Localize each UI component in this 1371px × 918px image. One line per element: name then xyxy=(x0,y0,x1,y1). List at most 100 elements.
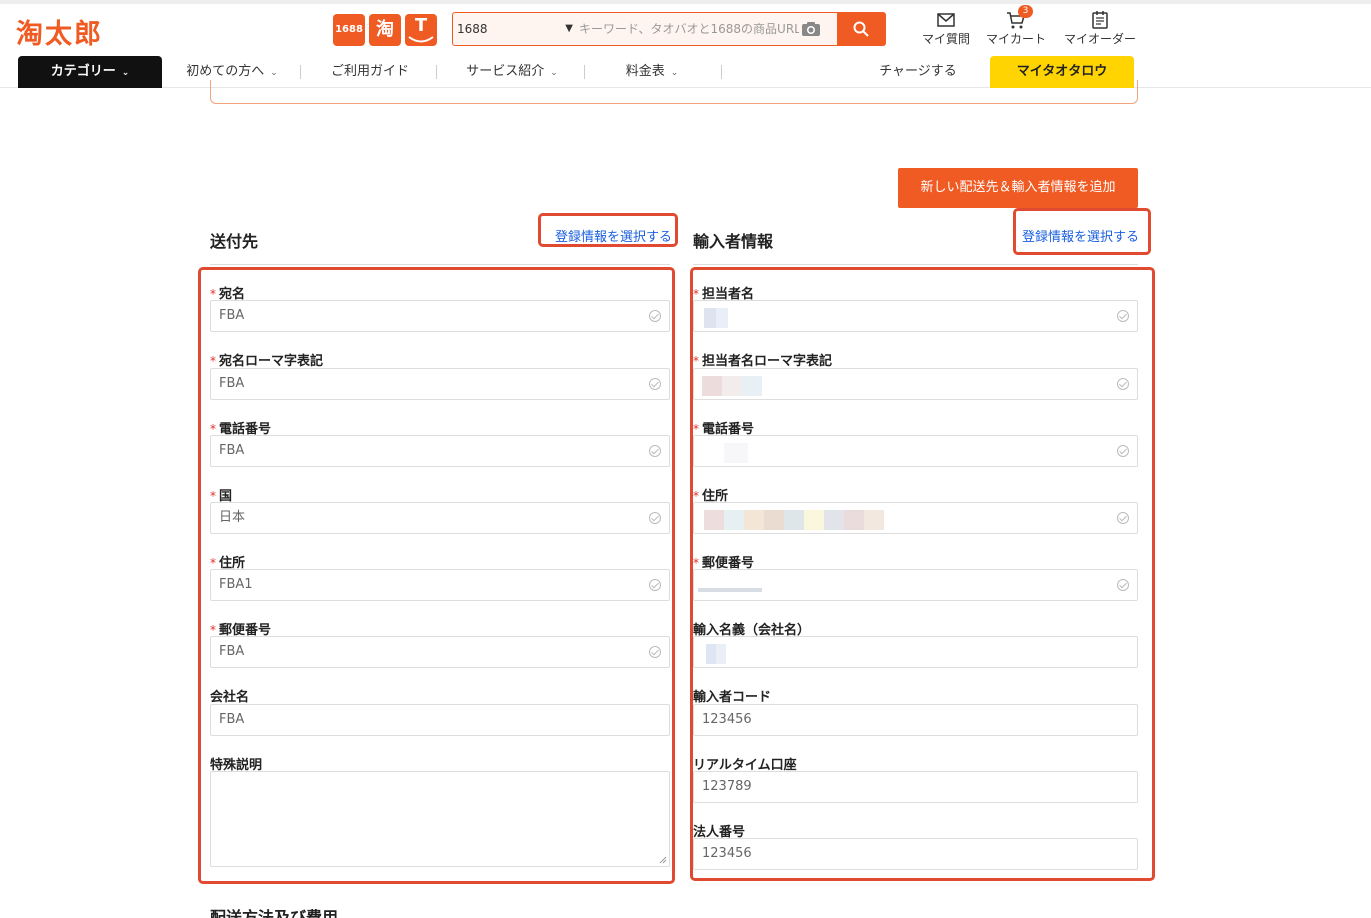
search-source-value: 1688 xyxy=(457,22,488,36)
field-value: FBA xyxy=(219,376,245,391)
redacted-value xyxy=(706,644,726,664)
check-circle-icon xyxy=(1117,445,1129,457)
importer-address-input[interactable] xyxy=(693,502,1138,534)
chevron-down-icon: ⌄ xyxy=(550,68,558,78)
shipping-country-input[interactable]: 日本 xyxy=(210,502,670,534)
taobao-brand-icon[interactable]: 淘 xyxy=(369,14,401,46)
search-button[interactable] xyxy=(837,12,886,46)
chevron-down-icon: ⌄ xyxy=(270,68,278,78)
field-label-text: 宛名ローマ字表記 xyxy=(219,354,324,369)
nav-item-label: ご利用ガイド xyxy=(330,64,409,79)
field-value: FBA1 xyxy=(219,577,253,592)
shipping-section-title: 送付先 xyxy=(210,232,259,251)
shipping-name-input[interactable]: FBA xyxy=(210,300,670,332)
importer-corporate-number-input[interactable]: 123456 xyxy=(693,838,1138,870)
importer-account-input[interactable]: 123789 xyxy=(693,771,1138,803)
chevron-down-icon: ⌄ xyxy=(670,68,679,78)
importer-label-contact-roman: * 担当者名ローマ字表記 xyxy=(693,354,833,369)
my-orders-label: マイオーダー xyxy=(1063,32,1136,46)
my-cart-label: マイカート xyxy=(985,32,1046,46)
camera-icon[interactable] xyxy=(801,21,821,37)
search-source-select[interactable]: 1688 ▼ xyxy=(457,13,579,45)
nav-item-label: サービス紹介 xyxy=(466,64,545,79)
importer-phone-input[interactable] xyxy=(693,435,1138,467)
check-circle-icon xyxy=(1117,310,1129,322)
importer-contact-input[interactable] xyxy=(693,300,1138,332)
nav-divider xyxy=(584,65,585,79)
check-circle-icon xyxy=(1117,512,1129,524)
section-divider xyxy=(210,264,670,265)
order-list-icon xyxy=(1092,11,1108,29)
nav-divider xyxy=(721,65,722,79)
check-circle-icon xyxy=(1117,378,1129,390)
site-logo[interactable]: 淘太郎 xyxy=(16,12,103,51)
importer-section-title: 輸入者情報 xyxy=(693,232,774,251)
nav-divider xyxy=(436,65,437,79)
importer-select-registered-link[interactable]: 登録情報を選択する xyxy=(1022,226,1139,245)
search-bar: 1688 ▼ xyxy=(452,12,886,46)
field-label-text: 担当者名ローマ字表記 xyxy=(702,354,833,369)
check-circle-icon xyxy=(1117,579,1129,591)
field-value: 123456 xyxy=(702,712,752,727)
mail-icon xyxy=(937,13,955,27)
charge-label: チャージする xyxy=(879,64,957,79)
redacted-value xyxy=(704,308,728,328)
shipping-address-input[interactable]: FBA1 xyxy=(210,569,670,601)
category-button[interactable]: カテゴリー ⌄ xyxy=(18,56,162,88)
check-circle-icon xyxy=(649,310,661,322)
shipping-postal-input[interactable]: FBA xyxy=(210,636,670,668)
field-label-text: 輸入者コード xyxy=(693,690,772,705)
my-cart-link[interactable]: 3 マイカート xyxy=(984,5,1048,47)
chevron-down-icon: ⌄ xyxy=(121,68,130,78)
redacted-value xyxy=(724,443,748,463)
field-value: 日本 xyxy=(219,510,246,525)
search-input[interactable] xyxy=(579,13,799,45)
my-questions-label: マイ質問 xyxy=(921,32,970,46)
importer-company-input[interactable] xyxy=(693,636,1138,668)
tmall-brand-letter: T xyxy=(414,15,428,36)
check-circle-icon xyxy=(649,579,661,591)
importer-postal-input[interactable] xyxy=(693,569,1138,601)
1688-brand-icon[interactable]: 1688 xyxy=(333,14,365,46)
field-value: 123789 xyxy=(702,779,752,794)
my-orders-link[interactable]: マイオーダー xyxy=(1060,10,1140,47)
importer-code-input[interactable]: 123456 xyxy=(693,704,1138,736)
tmall-brand-icon[interactable]: T xyxy=(405,14,437,46)
nav-divider xyxy=(300,65,301,79)
mypage-label: マイタオタロウ xyxy=(1016,64,1108,79)
category-label: カテゴリー xyxy=(50,64,116,79)
chevron-down-icon: ▼ xyxy=(565,23,573,34)
search-icon xyxy=(853,21,869,37)
previous-section-box xyxy=(210,80,1138,104)
cart-count-badge: 3 xyxy=(1018,5,1033,18)
shipping-method-section-title: 配送方法及び費用 xyxy=(210,908,339,918)
field-value: FBA xyxy=(219,443,245,458)
redacted-value xyxy=(704,510,884,530)
field-value: FBA xyxy=(219,308,245,323)
nav-item-label: 初めての方へ xyxy=(186,64,265,79)
shipping-notes-textarea[interactable] xyxy=(210,771,670,867)
redacted-value xyxy=(698,574,762,592)
field-label-text: 会社名 xyxy=(210,690,250,705)
shipping-name-roman-input[interactable]: FBA xyxy=(210,368,670,400)
field-value: 123456 xyxy=(702,846,752,861)
nav-item-label: 料金表 xyxy=(625,64,665,79)
check-circle-icon xyxy=(649,646,661,658)
shipping-company-input[interactable]: FBA xyxy=(210,704,670,736)
my-questions-link[interactable]: マイ質問 xyxy=(920,10,972,47)
resize-handle-icon xyxy=(659,856,667,864)
redacted-value xyxy=(702,376,762,396)
check-circle-icon xyxy=(649,378,661,390)
check-circle-icon xyxy=(649,512,661,524)
add-address-importer-button[interactable]: 新しい配送先＆輸入者情報を追加 xyxy=(898,168,1138,208)
importer-contact-roman-input[interactable] xyxy=(693,368,1138,400)
importer-label-code: 輸入者コード xyxy=(693,686,771,705)
field-value: FBA xyxy=(219,712,245,727)
top-border xyxy=(0,0,1371,4)
shipping-phone-input[interactable]: FBA xyxy=(210,435,670,467)
shipping-select-registered-link[interactable]: 登録情報を選択する xyxy=(555,226,672,245)
shipping-label-company: 会社名 xyxy=(210,686,249,705)
field-value: FBA xyxy=(219,644,245,659)
check-circle-icon xyxy=(649,445,661,457)
section-divider xyxy=(693,264,1138,265)
